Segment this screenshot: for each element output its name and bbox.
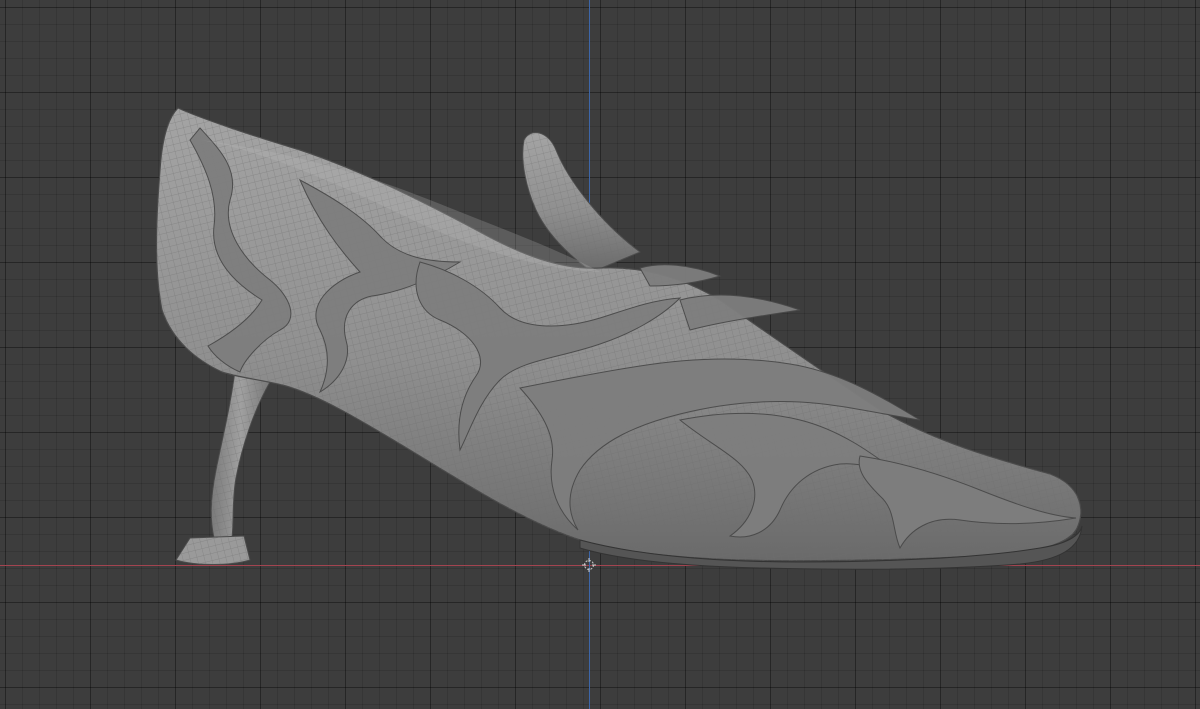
origin-crosshair-icon (582, 558, 596, 572)
3d-viewport[interactable] (0, 0, 1200, 709)
shoe-mesh[interactable] (0, 0, 1200, 709)
